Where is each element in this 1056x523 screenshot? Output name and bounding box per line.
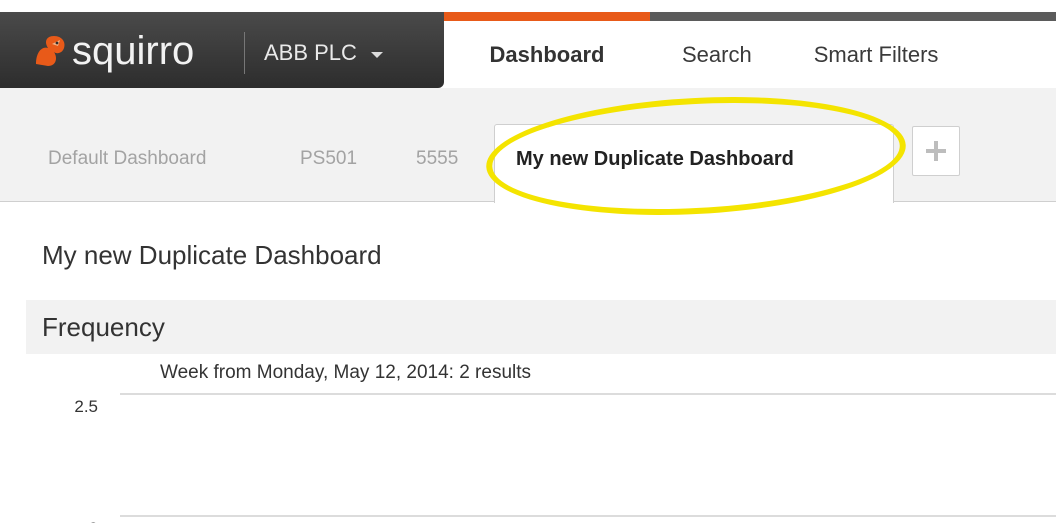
frequency-chart: 2.5 2 Week from Monday, May 12, 2014: 2 r… — [0, 354, 1056, 523]
company-label: ABB PLC — [264, 40, 357, 65]
tab-my-new-duplicate-dashboard[interactable]: My new Duplicate Dashboard — [516, 148, 794, 171]
y-tick-label: 2.5 — [74, 397, 98, 416]
dashboard-tabs: Default Dashboard PS501 5555 My new Dupl… — [0, 88, 1056, 203]
company-selector[interactable]: ABB PLC — [264, 40, 383, 66]
plus-icon — [926, 141, 946, 161]
page-title: My new Duplicate Dashboard — [42, 240, 382, 270]
frequency-section-header: Frequency — [26, 300, 1056, 354]
add-dashboard-button[interactable] — [912, 126, 960, 176]
logo-text: squirro — [72, 29, 195, 73]
y-tick-label: 2 — [89, 519, 98, 523]
tab-default-dashboard[interactable]: Default Dashboard — [48, 148, 206, 170]
nav-item-dashboard[interactable]: Dashboard — [444, 21, 650, 88]
nav-item-smart-filters[interactable]: Smart Filters — [814, 21, 939, 88]
nav-top-border — [650, 12, 1056, 21]
chart-tooltip: Week from Monday, May 12, 2014: 2 result… — [160, 362, 532, 383]
main-nav: Dashboard Search Smart Filters — [444, 21, 939, 88]
brand-block: squirro ABB PLC — [0, 12, 444, 88]
tab-5555[interactable]: 5555 — [416, 148, 458, 170]
nav-item-search[interactable]: Search — [682, 21, 752, 88]
tab-ps501[interactable]: PS501 — [300, 148, 357, 170]
section-title: Frequency — [42, 312, 165, 342]
logo[interactable]: squirro — [32, 29, 195, 73]
brand-divider — [244, 32, 245, 74]
chevron-down-icon — [370, 51, 383, 58]
nav-active-indicator — [444, 12, 650, 21]
top-bar: squirro ABB PLC Dashboard Search Smart F… — [0, 0, 1056, 88]
squirrel-icon — [36, 36, 65, 66]
